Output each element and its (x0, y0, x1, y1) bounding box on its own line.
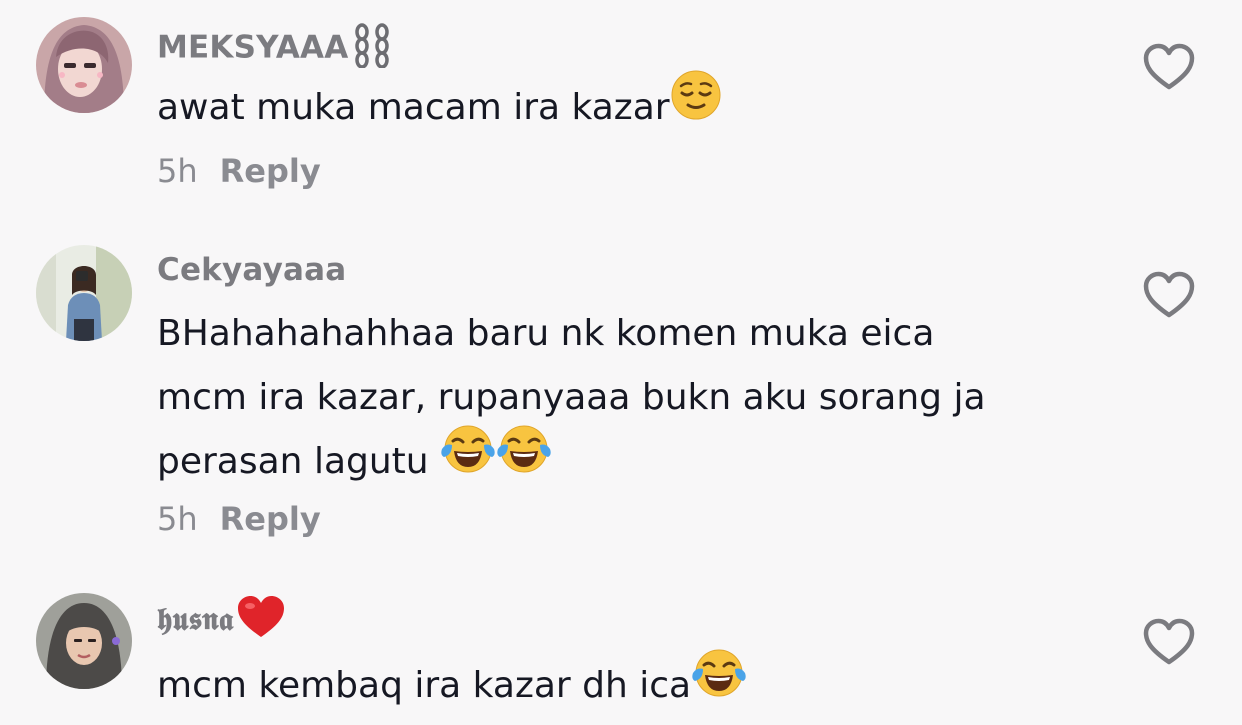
comment-text-content: mcm kembaq ira kazar dh ica (157, 665, 692, 706)
heart-outline-icon (1142, 42, 1196, 92)
tears-of-joy-icon (440, 423, 496, 496)
relieved-face-icon (670, 69, 722, 142)
heart-outline-icon (1142, 617, 1196, 667)
comment-username[interactable]: 𝖍𝖚𝖘𝖓𝖆 (157, 594, 286, 648)
comment-username[interactable]: MEKSYAAA (157, 22, 394, 76)
comment-text: mcm kembaq ira kazar dh ica (157, 649, 1107, 720)
comment-text-content: awat muka macam ira kazar (157, 87, 670, 128)
heart-outline-icon (1142, 270, 1196, 320)
reply-button[interactable]: Reply (220, 152, 321, 190)
tears-of-joy-icon (496, 423, 552, 496)
comment-username[interactable]: Cekyayaaa (157, 252, 346, 288)
reply-button[interactable]: Reply (220, 500, 321, 538)
comment-text: BHahahahahhaa baru nk komen muka eica mc… (157, 302, 1107, 496)
username-text: MEKSYAAA (157, 29, 349, 66)
comment-meta: 5h Reply (157, 500, 321, 538)
comment-text-line: mcm ira kazar, rupanyaaa bukn aku sorang… (157, 377, 986, 418)
like-button[interactable] (1142, 42, 1196, 92)
comment-text-line: perasan lagutu (157, 441, 441, 482)
comment-text-line: BHahahahahhaa baru nk komen muka eica (157, 313, 935, 354)
like-button[interactable] (1142, 270, 1196, 320)
comment-meta: 5h Reply (157, 152, 321, 190)
avatar[interactable] (36, 17, 132, 113)
red-heart-icon (236, 594, 286, 648)
chain-icon (350, 22, 394, 76)
avatar[interactable] (36, 593, 132, 689)
username-text: 𝖍𝖚𝖘𝖓𝖆 (157, 601, 234, 638)
comment-text: awat muka macam ira kazar (157, 70, 1107, 142)
tears-of-joy-icon (691, 647, 747, 720)
like-button[interactable] (1142, 617, 1196, 667)
avatar[interactable] (36, 245, 132, 341)
username-text: Cekyayaaa (157, 252, 347, 288)
comment-time: 5h (157, 152, 198, 190)
comment-time: 5h (157, 500, 198, 538)
